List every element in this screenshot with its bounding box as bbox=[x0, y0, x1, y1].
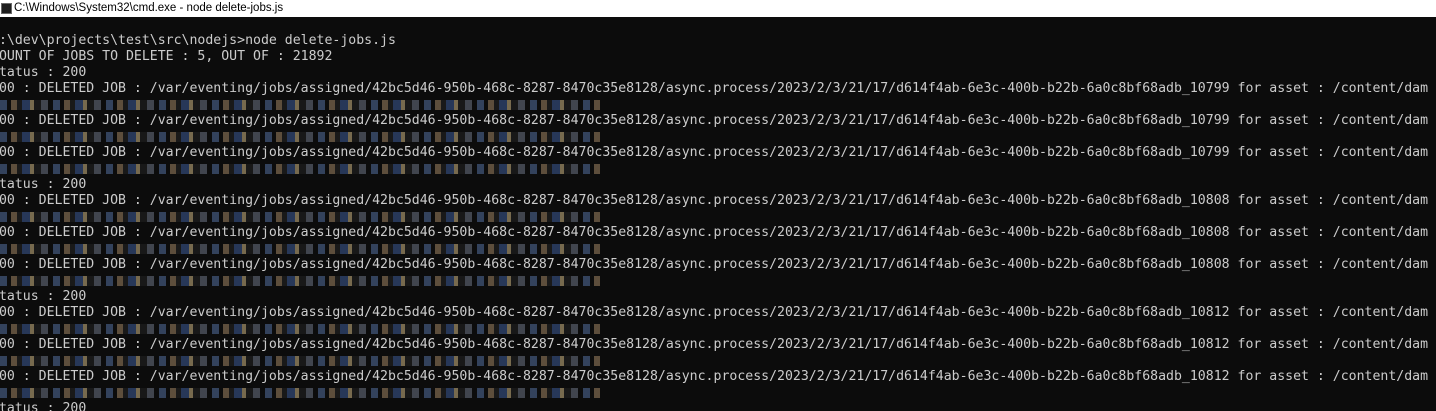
console-line: 200 : DELETED JOB : /var/eventing/jobs/a… bbox=[0, 305, 1429, 320]
redaction-blocks bbox=[0, 244, 600, 254]
console-line: COUNT OF JOBS TO DELETE : 5, OUT OF : 21… bbox=[0, 49, 333, 64]
console-line: Status : 200 bbox=[0, 177, 87, 192]
redaction-blocks bbox=[0, 212, 600, 222]
redaction-blocks bbox=[0, 132, 600, 142]
redacted-line bbox=[0, 353, 1436, 369]
redacted-line bbox=[0, 161, 1436, 177]
redacted-line bbox=[0, 321, 1436, 337]
window-title: C:\Windows\System32\cmd.exe - node delet… bbox=[14, 2, 284, 14]
redacted-line bbox=[0, 385, 1436, 401]
terminal-window: C:\Windows\System32\cmd.exe - node delet… bbox=[0, 0, 1436, 411]
console-line: C:\dev\projects\test\src\nodejs>node del… bbox=[0, 33, 396, 48]
redaction-blocks bbox=[0, 324, 600, 334]
redaction-blocks bbox=[0, 388, 600, 398]
console-line: 200 : DELETED JOB : /var/eventing/jobs/a… bbox=[0, 113, 1429, 128]
redaction-blocks bbox=[0, 100, 600, 110]
title-bar[interactable]: C:\Windows\System32\cmd.exe - node delet… bbox=[0, 0, 1436, 17]
redacted-line bbox=[0, 241, 1436, 257]
console-line: Status : 200 bbox=[0, 401, 87, 411]
console-line: 200 : DELETED JOB : /var/eventing/jobs/a… bbox=[0, 225, 1429, 240]
console-line: 200 : DELETED JOB : /var/eventing/jobs/a… bbox=[0, 369, 1429, 384]
console-line: 200 : DELETED JOB : /var/eventing/jobs/a… bbox=[0, 145, 1429, 160]
redaction-blocks bbox=[0, 164, 600, 174]
redacted-line bbox=[0, 129, 1436, 145]
console-line: 200 : DELETED JOB : /var/eventing/jobs/a… bbox=[0, 81, 1429, 96]
cmd-icon bbox=[1, 3, 12, 14]
console-line: 200 : DELETED JOB : /var/eventing/jobs/a… bbox=[0, 193, 1429, 208]
redaction-blocks bbox=[0, 276, 600, 286]
redacted-line bbox=[0, 209, 1436, 225]
redaction-blocks bbox=[0, 356, 600, 366]
redacted-line bbox=[0, 97, 1436, 113]
console-line: Status : 200 bbox=[0, 65, 87, 80]
redacted-line bbox=[0, 273, 1436, 289]
console-line: 200 : DELETED JOB : /var/eventing/jobs/a… bbox=[0, 337, 1429, 352]
console-output[interactable]: C:\dev\projects\test\src\nodejs>node del… bbox=[0, 33, 1436, 411]
console-line: 200 : DELETED JOB : /var/eventing/jobs/a… bbox=[0, 257, 1429, 272]
console-line: Status : 200 bbox=[0, 289, 87, 304]
